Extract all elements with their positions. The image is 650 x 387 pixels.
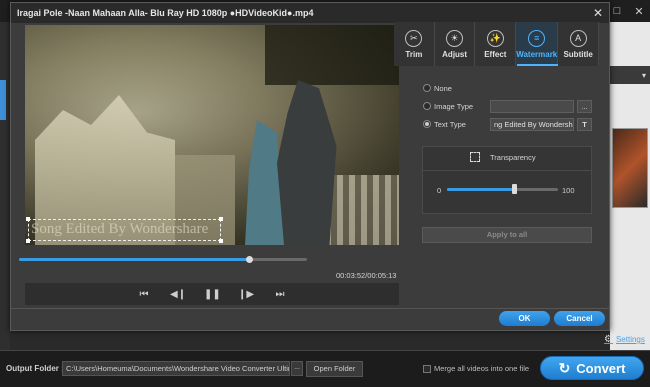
output-folder-label: Output Folder : — [6, 364, 64, 373]
dialog-footer-divider — [11, 308, 609, 309]
playback-time: 00:03:52/00:05:13 — [336, 271, 397, 280]
convert-label: Convert — [576, 360, 626, 376]
transparency-min: 0 — [437, 186, 442, 195]
skip-back-icon[interactable]: ⏮ — [136, 289, 152, 300]
step-back-icon[interactable]: ◀❙ — [170, 289, 186, 300]
watermark-icon: ≡ — [528, 29, 546, 47]
output-browse-button[interactable]: ... — [291, 361, 303, 376]
app-left-accent — [0, 80, 6, 120]
output-path-field[interactable]: C:\Users\Homeuma\Documents\Wondershare V… — [62, 361, 290, 376]
tab-trim[interactable]: ✂ Trim — [394, 22, 435, 66]
scissors-icon: ✂ — [405, 29, 423, 47]
subtitle-icon: A — [569, 29, 587, 47]
ok-button[interactable]: OK — [499, 311, 550, 326]
tab-effect[interactable]: ✨ Effect — [475, 22, 517, 66]
watermark-handle[interactable] — [219, 217, 223, 221]
chevron-down-icon: ▾ — [641, 70, 646, 80]
transparency-label: Transparency — [490, 153, 536, 162]
app-left-strip — [0, 22, 10, 350]
tab-adjust[interactable]: ☀ Adjust — [435, 22, 476, 66]
dialog-title: Iragai Pole -Naan Mahaan Alla- Blu Ray H… — [11, 3, 609, 23]
tab-label: Watermark — [516, 49, 558, 59]
watermark-handle[interactable] — [26, 217, 30, 221]
text-type-label: Text Type — [434, 120, 466, 129]
gear-icon: ⚙ — [604, 334, 613, 345]
tab-watermark[interactable]: ≡ Watermark — [516, 22, 559, 66]
cancel-button[interactable]: Cancel — [554, 311, 605, 326]
close-icon[interactable]: ✕ — [628, 0, 650, 22]
image-path-field[interactable] — [490, 100, 574, 113]
dialog-close-icon[interactable]: ✕ — [593, 6, 603, 20]
playback-progress[interactable] — [19, 256, 307, 263]
step-forward-icon[interactable]: ❙▶ — [238, 289, 254, 300]
progress-knob[interactable] — [246, 256, 254, 263]
edit-tabs: ✂ Trim ☀ Adjust ✨ Effect ≡ Watermark A S… — [394, 22, 599, 66]
transparency-icon — [470, 152, 480, 162]
watermark-text-field[interactable]: ng Edited By Wondershare — [490, 118, 574, 131]
tab-label: Effect — [484, 49, 507, 59]
apply-to-all-button[interactable]: Apply to all — [422, 227, 592, 243]
font-button[interactable]: T — [577, 118, 592, 131]
image-type-label: Image Type — [434, 102, 474, 111]
image-browse-button[interactable]: ... — [577, 100, 592, 113]
open-folder-button[interactable]: Open Folder — [306, 361, 363, 377]
radio-image-type[interactable] — [423, 102, 431, 110]
playback-controls: ⏮ ◀❙ ❚❚ ❙▶ ⏭ — [25, 283, 399, 305]
radio-text-type[interactable] — [423, 120, 431, 128]
transparency-max: 100 — [562, 186, 575, 195]
adjust-icon: ☀ — [446, 29, 464, 47]
radio-none[interactable] — [423, 84, 431, 92]
transparency-fill — [447, 188, 514, 191]
tab-subtitle[interactable]: A Subtitle — [558, 22, 599, 66]
transparency-slider[interactable] — [447, 184, 558, 194]
transparency-knob[interactable] — [511, 184, 517, 194]
tab-label: Trim — [405, 49, 423, 59]
settings-label: Settings — [615, 335, 645, 344]
skip-forward-icon[interactable]: ⏭ — [272, 289, 288, 300]
output-format-dropdown[interactable]: ▾ — [610, 66, 650, 84]
video-scene — [265, 25, 399, 85]
convert-button[interactable]: ↻ Convert — [540, 356, 644, 380]
none-label: None — [434, 84, 452, 93]
progress-fill — [19, 258, 250, 261]
merge-checkbox[interactable] — [423, 365, 431, 373]
tab-label: Subtitle — [563, 49, 593, 59]
merge-label: Merge all videos into one file — [434, 364, 530, 373]
tab-label: Adjust — [442, 49, 468, 59]
watermark-handle[interactable] — [26, 239, 30, 243]
watermark-preview-text: Song Edited By Wondershare — [31, 221, 209, 237]
pause-icon[interactable]: ❚❚ — [204, 289, 221, 300]
format-thumbnail[interactable] — [612, 128, 648, 208]
convert-icon: ↻ — [558, 359, 571, 376]
video-preview — [25, 25, 399, 245]
video-scene — [325, 175, 399, 245]
watermark-handle[interactable] — [219, 239, 223, 243]
transparency-divider — [422, 170, 592, 171]
settings-link[interactable]: ⚙ Settings — [604, 334, 645, 345]
effect-icon: ✨ — [486, 29, 504, 47]
active-tab-indicator — [517, 64, 558, 66]
